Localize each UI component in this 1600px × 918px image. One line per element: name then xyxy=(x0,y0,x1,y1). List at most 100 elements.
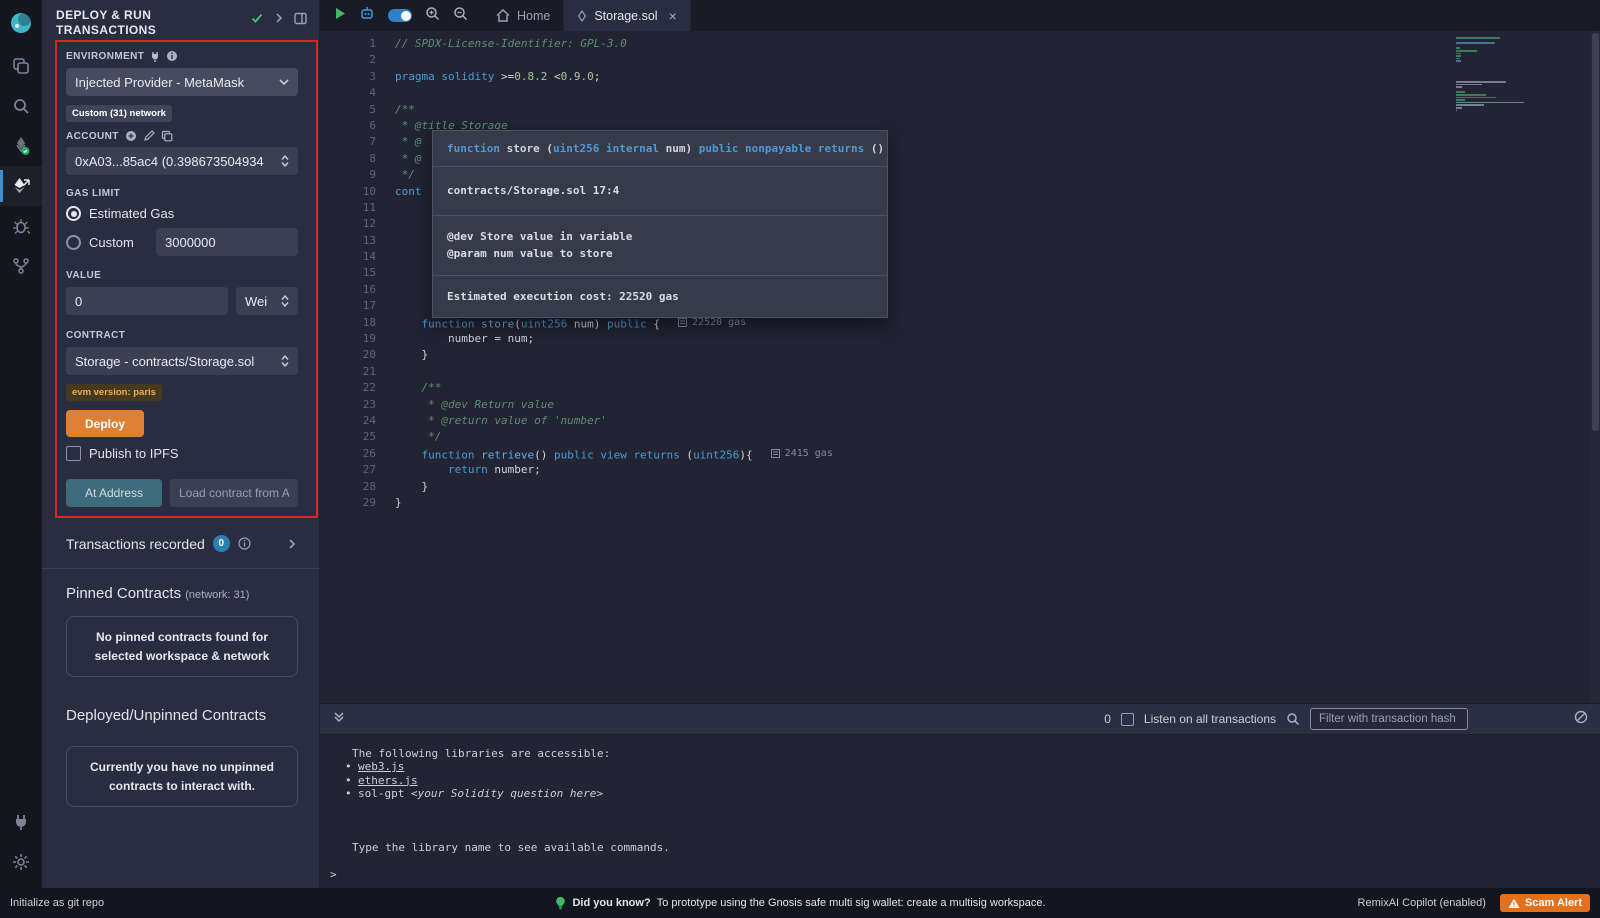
code-line[interactable]: 3pragma solidity >=0.8.2 <0.9.0; xyxy=(320,69,1600,85)
line-number[interactable]: 3 xyxy=(320,69,376,85)
line-number[interactable]: 9 xyxy=(320,167,376,183)
code-line[interactable]: 23 * @dev Return value xyxy=(320,397,1600,413)
sidebar-item-solidity-compiler[interactable] xyxy=(0,126,42,166)
line-number[interactable]: 24 xyxy=(320,413,376,429)
info-icon[interactable] xyxy=(166,50,178,62)
clear-console-icon[interactable] xyxy=(1574,710,1588,729)
edit-icon[interactable] xyxy=(143,130,155,142)
line-number[interactable]: 18 xyxy=(320,315,376,331)
terminal-output[interactable]: The following libraries are accessible:w… xyxy=(320,734,1600,888)
publish-ipfs-option[interactable]: Publish to IPFS xyxy=(66,446,298,461)
code-line[interactable]: 25 */ xyxy=(320,429,1600,445)
sidebar-item-search[interactable] xyxy=(0,86,42,126)
terminal-library-link[interactable]: ethers.js xyxy=(358,774,418,787)
line-number[interactable]: 14 xyxy=(320,249,376,265)
listen-all-transactions-checkbox[interactable] xyxy=(1121,713,1134,726)
run-script-button[interactable] xyxy=(335,7,346,25)
account-select[interactable]: 0xA03...85ac4 (0.398673504934 xyxy=(66,147,298,175)
line-number[interactable]: 10 xyxy=(320,184,376,200)
code-line[interactable]: 29} xyxy=(320,495,1600,511)
line-number[interactable]: 12 xyxy=(320,216,376,232)
line-number[interactable]: 5 xyxy=(320,102,376,118)
line-number[interactable]: 1 xyxy=(320,36,376,52)
environment-select[interactable]: Injected Provider - MetaMask xyxy=(66,68,298,96)
estimated-gas-option[interactable]: Estimated Gas xyxy=(66,206,298,221)
code-line[interactable]: 4 xyxy=(320,85,1600,101)
line-number[interactable]: 27 xyxy=(320,462,376,478)
transactions-recorded-row[interactable]: Transactions recorded 0 xyxy=(66,535,298,552)
custom-gas-radio[interactable] xyxy=(66,235,81,250)
code-line[interactable]: 24 * @return value of 'number' xyxy=(320,413,1600,429)
line-number[interactable]: 17 xyxy=(320,298,376,314)
code-editor[interactable]: 1// SPDX-License-Identifier: GPL-3.023pr… xyxy=(320,31,1600,703)
line-number[interactable]: 15 xyxy=(320,265,376,281)
scrollbar-thumb[interactable] xyxy=(1592,33,1599,431)
line-number[interactable]: 23 xyxy=(320,397,376,413)
line-number[interactable]: 22 xyxy=(320,380,376,396)
sidebar-item-plugin-manager[interactable] xyxy=(0,802,42,842)
line-number[interactable]: 29 xyxy=(320,495,376,511)
line-number[interactable]: 7 xyxy=(320,134,376,150)
line-number[interactable]: 20 xyxy=(320,347,376,363)
terminal-prompt[interactable]: > xyxy=(320,868,1600,881)
add-account-icon[interactable] xyxy=(125,130,137,142)
line-number[interactable]: 28 xyxy=(320,479,376,495)
terminal-library-link[interactable]: web3.js xyxy=(358,760,404,773)
value-input[interactable] xyxy=(66,287,228,315)
sidebar-item-plugin-connector[interactable] xyxy=(0,246,42,286)
transaction-filter-input[interactable] xyxy=(1310,708,1468,730)
info-icon[interactable] xyxy=(238,537,251,550)
sidebar-item-debugger[interactable] xyxy=(0,206,42,246)
copilot-toggle[interactable] xyxy=(388,9,412,22)
line-number[interactable]: 21 xyxy=(320,364,376,380)
line-number[interactable]: 26 xyxy=(320,446,376,462)
code-line[interactable]: 20 } xyxy=(320,347,1600,363)
chevron-right-icon[interactable] xyxy=(286,538,298,550)
line-number[interactable]: 25 xyxy=(320,429,376,445)
line-number[interactable]: 16 xyxy=(320,282,376,298)
code-line[interactable]: 28 } xyxy=(320,479,1600,495)
at-address-button[interactable]: At Address xyxy=(66,479,162,507)
sidebar-item-deploy-and-run[interactable] xyxy=(0,166,42,206)
line-number[interactable]: 19 xyxy=(320,331,376,347)
line-number[interactable]: 8 xyxy=(320,151,376,167)
code-line[interactable]: 19 number = num; xyxy=(320,331,1600,347)
code-line[interactable]: 26 function retrieve() public view retur… xyxy=(320,446,1600,462)
deploy-button[interactable]: Deploy xyxy=(66,410,144,437)
line-number[interactable]: 11 xyxy=(320,200,376,216)
custom-gas-input[interactable] xyxy=(156,228,298,256)
tab-home[interactable]: Home xyxy=(483,0,564,31)
git-init-status[interactable]: Initialize as git repo xyxy=(10,897,104,909)
chevron-right-icon[interactable] xyxy=(273,12,285,24)
tab-storage-sol[interactable]: Storage.sol × xyxy=(564,0,690,31)
editor-minimap[interactable] xyxy=(1456,37,1548,112)
listen-all-transactions-label[interactable]: Listen on all transactions xyxy=(1144,712,1276,726)
pin-panel-icon[interactable] xyxy=(294,12,307,25)
zoom-out-icon[interactable] xyxy=(453,6,468,26)
expand-terminal-icon[interactable] xyxy=(332,710,346,729)
scam-alert-badge[interactable]: Scam Alert xyxy=(1500,894,1590,912)
line-number[interactable]: 13 xyxy=(320,233,376,249)
code-line[interactable]: 2 xyxy=(320,52,1600,68)
contract-select[interactable]: Storage - contracts/Storage.sol xyxy=(66,347,298,375)
estimated-gas-radio[interactable] xyxy=(66,206,81,221)
sidebar-item-settings[interactable] xyxy=(0,842,42,882)
code-line[interactable]: 1// SPDX-License-Identifier: GPL-3.0 xyxy=(320,36,1600,52)
line-number[interactable]: 6 xyxy=(320,118,376,134)
code-line[interactable]: 22 /** xyxy=(320,380,1600,396)
sidebar-item-file-explorer[interactable] xyxy=(0,46,42,86)
remix-logo[interactable] xyxy=(4,6,38,40)
editor-scrollbar[interactable] xyxy=(1590,31,1600,703)
code-line[interactable]: 21 xyxy=(320,364,1600,380)
remixai-assistant-icon[interactable] xyxy=(359,5,375,26)
value-unit-select[interactable]: Wei xyxy=(236,287,298,315)
copy-icon[interactable] xyxy=(161,130,173,142)
line-number[interactable]: 4 xyxy=(320,85,376,101)
zoom-in-icon[interactable] xyxy=(425,6,440,26)
at-address-input[interactable] xyxy=(170,479,298,507)
line-number[interactable]: 2 xyxy=(320,52,376,68)
publish-ipfs-checkbox[interactable] xyxy=(66,446,81,461)
code-line[interactable]: 27 return number; xyxy=(320,462,1600,478)
copilot-status[interactable]: RemixAI Copilot (enabled) xyxy=(1358,897,1486,909)
code-line[interactable]: 5/** xyxy=(320,102,1600,118)
